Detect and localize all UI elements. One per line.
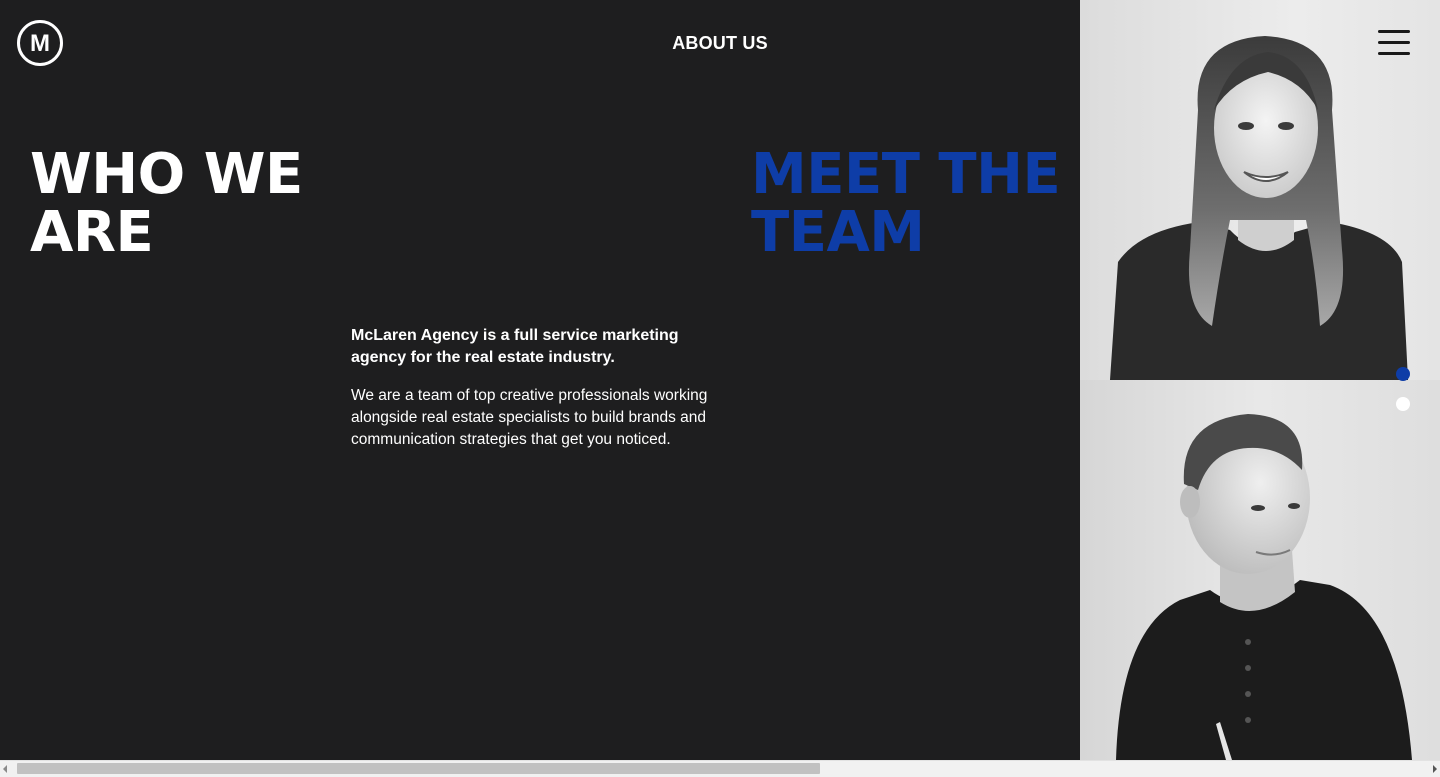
who-we-are-heading-line2: ARE xyxy=(30,200,154,265)
who-we-are-heading: WHO WE ARE xyxy=(30,146,350,262)
who-we-are-heading-line1: WHO WE xyxy=(30,142,303,207)
menu-bar-icon xyxy=(1378,41,1410,44)
scroll-left-icon[interactable] xyxy=(3,765,7,773)
logo-icon: M xyxy=(30,30,50,57)
scrollbar-thumb[interactable] xyxy=(17,763,820,774)
about-page: M ABOUT US WHO WE ARE McLaren Agency is … xyxy=(0,0,1440,760)
logo-letter: M xyxy=(30,30,50,57)
intro-text: McLaren Agency is a full service marketi… xyxy=(351,325,731,451)
content-panel: M ABOUT US WHO WE ARE McLaren Agency is … xyxy=(0,0,1080,760)
slider-dot-2[interactable] xyxy=(1396,397,1410,411)
scroll-right-icon[interactable] xyxy=(1433,765,1437,773)
page-title: ABOUT US xyxy=(672,33,768,53)
menu-bar-icon xyxy=(1378,52,1410,55)
team-member-photo-icon xyxy=(1080,380,1440,760)
meet-the-team-heading-line2: TEAM xyxy=(751,200,925,265)
horizontal-scrollbar[interactable] xyxy=(0,760,1440,777)
meet-the-team-heading-line1: MEET THE xyxy=(751,142,1061,207)
intro-lead: McLaren Agency is a full service marketi… xyxy=(351,327,679,366)
hamburger-menu-button[interactable] xyxy=(1378,28,1410,58)
logo-link[interactable]: M xyxy=(17,20,63,66)
team-member-photo-2[interactable] xyxy=(1080,380,1440,760)
menu-bar-icon xyxy=(1378,30,1410,33)
team-photo-panel xyxy=(1080,0,1440,760)
intro-body: We are a team of top creative profession… xyxy=(351,387,708,448)
meet-the-team-heading: MEET THE TEAM xyxy=(751,146,1071,262)
slider-dot-1[interactable] xyxy=(1396,367,1410,381)
